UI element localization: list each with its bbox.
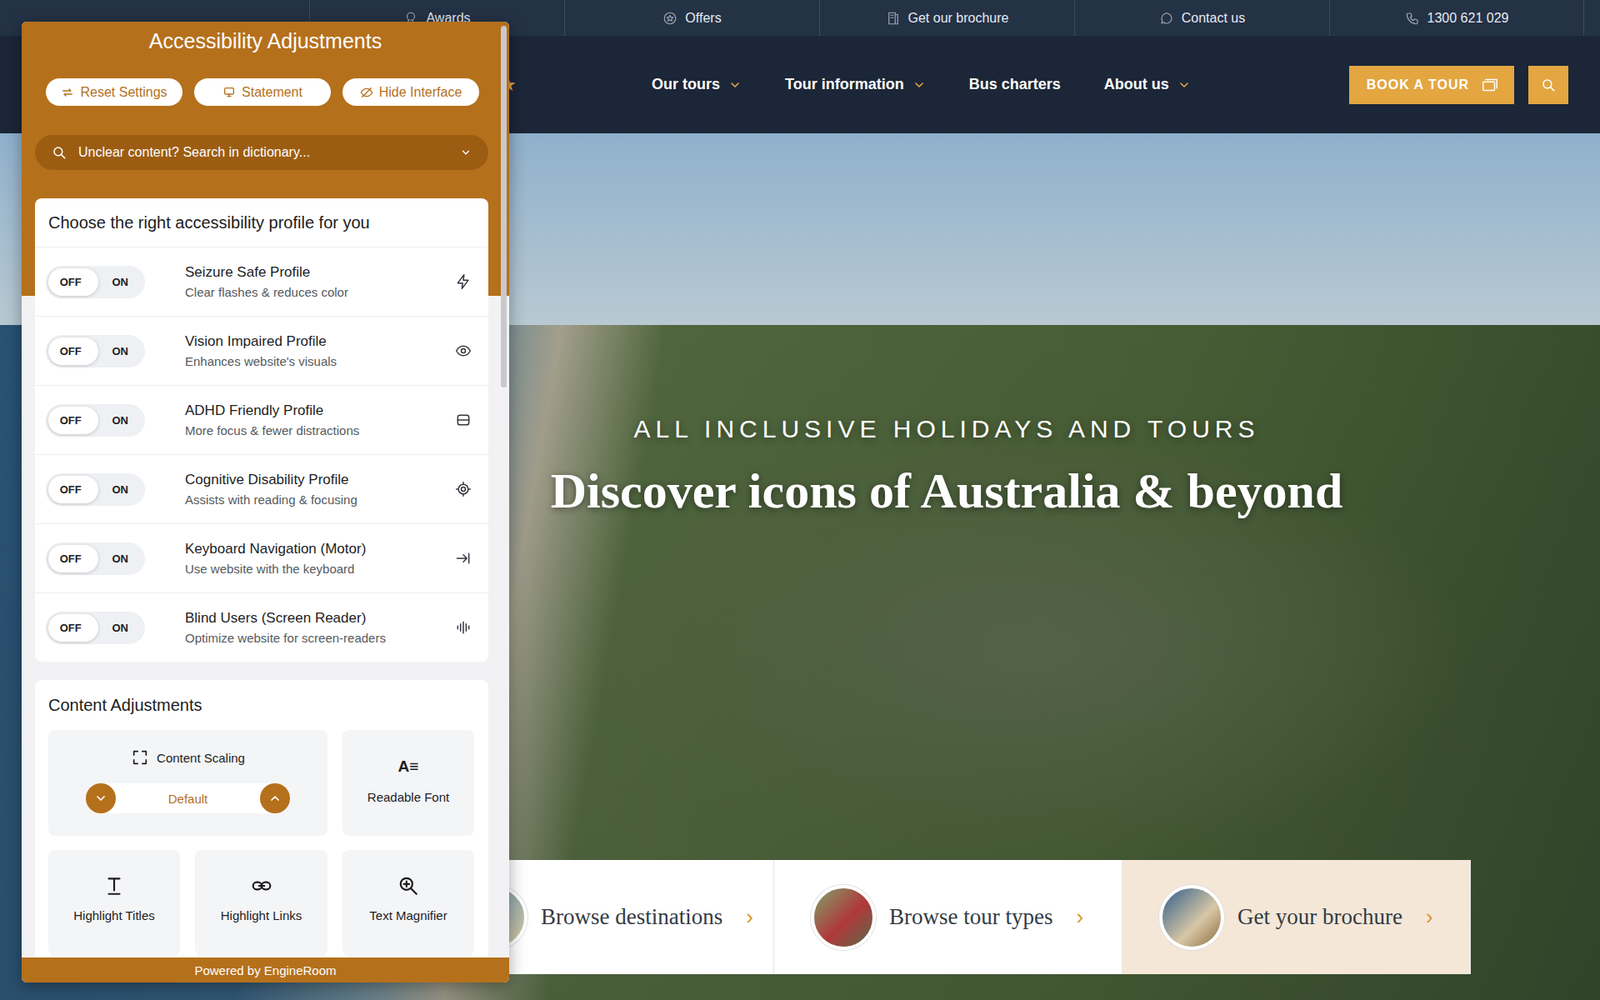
- readable-font-icon: A≡: [398, 755, 420, 779]
- card-thumbnail: [810, 885, 876, 950]
- hide-icon: [360, 85, 374, 100]
- accessibility-panel: Accessibility Adjustments Reset Settings S…: [21, 21, 510, 983]
- tab-arrow-icon: [455, 550, 472, 567]
- nav-item[interactable]: About us: [1104, 75, 1191, 94]
- dictionary-search-bar: [35, 135, 489, 170]
- panel-body: Accessibility Adjustments Reset Settings S…: [21, 21, 510, 958]
- main-nav: Our tours Tour information Bus charters Abo…: [651, 75, 1191, 94]
- chevron-down-icon: [1177, 78, 1191, 92]
- quick-link-card[interactable]: Browse tour types›: [774, 860, 1123, 975]
- panel-button[interactable]: Statement: [194, 78, 331, 106]
- top-bar-link[interactable]: Get our brochure: [819, 0, 1075, 36]
- reset-icon: [60, 85, 75, 100]
- adjustment-tile[interactable]: Text Magnifier: [342, 850, 475, 956]
- decrease-button[interactable]: [85, 783, 116, 814]
- top-bar-link[interactable]: Offers: [564, 0, 820, 36]
- chevron-down-icon: [912, 78, 926, 92]
- panel-button[interactable]: Hide Interface: [342, 78, 480, 106]
- chevron-down-icon: [460, 146, 472, 159]
- expand-icon: [130, 748, 150, 767]
- chat-icon: [1159, 10, 1175, 26]
- profile-row: OFFONVision Impaired ProfileEnhances web…: [35, 315, 489, 385]
- adjustment-tile[interactable]: Highlight Titles: [48, 850, 180, 956]
- statement-icon: [222, 85, 236, 100]
- scaling-stepper: Default: [85, 783, 290, 814]
- search-icon: [1540, 77, 1556, 93]
- star-icon: [662, 10, 678, 26]
- profile-row: OFFONADHD Friendly ProfileMore focus & f…: [35, 385, 489, 455]
- search-icon: [51, 145, 67, 160]
- audio-wave-icon: [455, 619, 472, 636]
- scrollbar-thumb[interactable]: [500, 25, 507, 388]
- content-adjustments-heading: Content Adjustments: [48, 680, 475, 730]
- profiles-card: Choose the right accessibility profile f…: [35, 198, 489, 662]
- link-icon: [250, 875, 273, 897]
- top-bar-link[interactable]: 1300 621 029: [1329, 0, 1585, 36]
- nav-item[interactable]: Tour information: [785, 75, 926, 94]
- target-icon: [455, 480, 472, 498]
- magnifier-icon: [397, 875, 420, 897]
- phone-icon: [1405, 10, 1420, 26]
- adjustment-tile[interactable]: Highlight Links: [195, 850, 328, 956]
- profile-toggle[interactable]: OFFON: [45, 611, 145, 645]
- increase-button[interactable]: [260, 783, 290, 814]
- focus-frame-icon: [455, 411, 472, 429]
- top-bar-link[interactable]: Contact us: [1074, 0, 1330, 36]
- profile-row: OFFONBlind Users (Screen Reader)Optimize…: [35, 592, 489, 662]
- profiles-heading: Choose the right accessibility profile f…: [35, 198, 489, 247]
- adjustment-tile[interactable]: A≡Readable Font: [342, 730, 475, 836]
- panel-button[interactable]: Reset Settings: [45, 78, 183, 106]
- chevron-down-icon: [94, 791, 108, 805]
- profile-row: OFFONCognitive Disability ProfileAssists…: [35, 454, 489, 524]
- nav-item[interactable]: Our tours: [651, 75, 742, 94]
- panel-footer: Powered by EngineRoom: [21, 957, 510, 983]
- profile-toggle[interactable]: OFFON: [45, 404, 145, 437]
- quick-link-card[interactable]: Get your brochure›: [1122, 860, 1471, 975]
- panel-title: Accessibility Adjustments: [35, 28, 489, 54]
- quick-links: Browse destinations›Browse tour types›Ge…: [425, 860, 1471, 975]
- lightning-icon: [455, 273, 472, 290]
- brochure-icon: [885, 10, 901, 26]
- chevron-down-icon: [728, 78, 742, 92]
- profile-toggle[interactable]: OFFON: [45, 335, 145, 368]
- chevron-up-icon: [268, 791, 282, 805]
- profile-row: OFFONKeyboard Navigation (Motor)Use webs…: [35, 523, 489, 593]
- profile-toggle[interactable]: OFFON: [45, 473, 145, 506]
- content-scaling-tile: Content ScalingDefault: [48, 730, 328, 836]
- profile-toggle[interactable]: OFFON: [45, 542, 145, 575]
- profile-toggle[interactable]: OFFON: [45, 265, 145, 299]
- book-tour-button[interactable]: BOOK A TOUR: [1349, 65, 1515, 105]
- content-adjustments-card: Content AdjustmentsContent ScalingDefaul…: [35, 680, 489, 958]
- dictionary-search[interactable]: [76, 144, 450, 161]
- card-thumbnail: [1159, 885, 1225, 950]
- profile-row: OFFONSeizure Safe ProfileClear flashes &…: [35, 246, 489, 316]
- ticket-icon: [1480, 75, 1500, 95]
- eye-icon: [455, 342, 472, 360]
- nav-item[interactable]: Bus charters: [969, 75, 1061, 94]
- title-icon: [103, 875, 125, 897]
- search-button[interactable]: [1528, 65, 1569, 105]
